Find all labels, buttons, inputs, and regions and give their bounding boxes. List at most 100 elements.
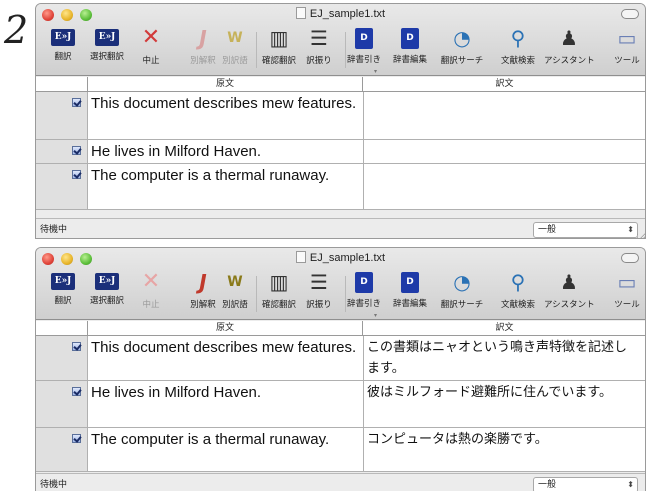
translation-grid: 1 This document describes mew features. … (36, 336, 645, 472)
target-column-header[interactable]: 訳文 (364, 321, 645, 335)
source-text-cell[interactable]: The computer is a thermal runaway. (91, 165, 359, 186)
row-checkbox[interactable] (72, 170, 81, 179)
window-title: EJ_sample1.txt (309, 8, 386, 20)
source-column-header[interactable]: 原文 (88, 321, 363, 335)
assistant-label: アシスタント (544, 56, 595, 66)
row-checkbox[interactable] (72, 146, 81, 155)
confirm-translate-icon: ▥ (269, 26, 289, 50)
toolbar-resize-grip[interactable]: ▾ (374, 69, 380, 75)
stop-button[interactable]: ✕ 中止 (126, 26, 176, 72)
alternate-word-icon: W (227, 30, 243, 46)
field-select[interactable]: 一般 ⬍ (533, 477, 638, 491)
dictionary-lookup-icon: D (355, 28, 373, 49)
source-column-header[interactable]: 原文 (88, 77, 363, 91)
select-arrows-icon: ⬍ (627, 480, 634, 489)
tools-label: ツール (614, 300, 640, 310)
tools-icon: ▭ (617, 26, 637, 50)
row-checkbox[interactable] (72, 98, 81, 107)
stop-icon: ✕ (141, 269, 161, 294)
target-text-cell[interactable]: この書類はニャオという鳴き声特徴を記述します。 (367, 337, 639, 379)
sentence-row[interactable]: 3 The computer is a thermal runaway. コンピ… (36, 428, 645, 472)
literature-search-button[interactable]: ⚲ 文献検索 (493, 270, 543, 316)
translation-search-button[interactable]: ◔ 翻訳サーチ (437, 270, 487, 316)
toolbar-resize-grip[interactable]: ▾ (374, 313, 380, 319)
sentence-row[interactable]: 1 This document describes mew features. … (36, 336, 645, 381)
tools-button[interactable]: ▭ ツール (606, 270, 645, 316)
translate-label: 翻訳 (54, 52, 72, 62)
translation-window-after: EJ_sample1.txt E»J 翻訳 E»J 選択翻訳 ✕ 中止 J 別解… (35, 247, 646, 491)
translate-icon: E»J (51, 273, 75, 290)
row-number-cell: 2 (36, 381, 88, 427)
select-arrows-icon: ⬍ (627, 225, 634, 234)
field-select[interactable]: 一般 ⬍ (533, 222, 638, 238)
source-text-cell[interactable]: This document describes mew features. (91, 337, 359, 358)
target-text-cell[interactable]: コンピュータは熱の楽勝です。 (367, 429, 639, 450)
interlinear-button[interactable]: ☰ 訳振り (294, 270, 344, 316)
row-checkbox[interactable] (72, 434, 81, 443)
target-column-header[interactable]: 訳文 (364, 77, 645, 91)
source-text-cell[interactable]: The computer is a thermal runaway. (91, 429, 359, 450)
assistant-icon: ♟ (560, 26, 578, 50)
dictionary-edit-icon: D (401, 272, 419, 293)
literature-search-button[interactable]: ⚲ 文献検索 (493, 26, 543, 72)
row-checkbox[interactable] (72, 342, 81, 351)
translate-button[interactable]: E»J 翻訳 (38, 26, 88, 72)
window-title: EJ_sample1.txt (309, 252, 386, 264)
field-select-value: 一般 (538, 225, 557, 235)
sentence-row[interactable]: 2 He lives in Milford Haven. 彼はミルフォード避難所… (36, 381, 645, 428)
column-separator (363, 140, 364, 163)
dictionary-edit-button[interactable]: D 辞書編集 (385, 26, 435, 72)
row-number-cell: 3 (36, 428, 88, 471)
row-number-cell: 1 (36, 92, 88, 139)
stop-button[interactable]: ✕ 中止 (126, 270, 176, 316)
selection-translate-icon: E»J (95, 29, 119, 46)
selection-translate-button[interactable]: E»J 選択翻訳 (82, 270, 132, 316)
translate-button[interactable]: E»J 翻訳 (38, 270, 88, 316)
source-text-cell[interactable]: This document describes mew features. (91, 93, 359, 114)
translation-search-label: 翻訳サーチ (440, 300, 484, 310)
toolbar: EJ_sample1.txt E»J 翻訳 E»J 選択翻訳 ✕ 中止 J 別解… (36, 248, 645, 320)
assistant-button[interactable]: ♟ アシスタント (544, 26, 595, 72)
dictionary-edit-button[interactable]: D 辞書編集 (385, 270, 435, 316)
number-column-header (36, 321, 88, 335)
source-text-cell[interactable]: He lives in Milford Haven. (91, 382, 359, 403)
translation-grid: 1 This document describes mew features. … (36, 92, 645, 210)
field-select-value: 一般 (538, 480, 557, 490)
column-separator (363, 428, 364, 471)
status-text: 待機中 (40, 480, 68, 490)
dictionary-lookup-label: 辞書引き (346, 55, 381, 65)
literature-search-icon: ⚲ (510, 26, 526, 50)
assistant-button[interactable]: ♟ アシスタント (544, 270, 595, 316)
translation-search-icon: ◔ (453, 270, 471, 294)
literature-search-label: 文献検索 (500, 300, 535, 310)
dictionary-edit-label: 辞書編集 (392, 299, 427, 309)
stop-icon: ✕ (141, 25, 161, 50)
target-text-cell[interactable]: 彼はミルフォード避難所に住んでいます。 (367, 382, 639, 403)
column-separator (363, 92, 364, 139)
translate-label: 翻訳 (54, 296, 72, 306)
sentence-row[interactable]: 1 This document describes mew features. (36, 92, 645, 140)
dictionary-lookup-button[interactable]: D 辞書引き (339, 26, 389, 72)
translation-search-icon: ◔ (453, 26, 471, 50)
column-separator (363, 336, 364, 380)
interlinear-label: 訳振り (306, 300, 332, 310)
window-title-bar: EJ_sample1.txt (36, 7, 645, 22)
sentence-row[interactable]: 2 He lives in Milford Haven. (36, 140, 645, 164)
translation-window-before: EJ_sample1.txt E»J 翻訳 E»J 選択翻訳 ✕ 中止 J 別解… (35, 3, 646, 239)
tools-button[interactable]: ▭ ツール (606, 26, 645, 72)
source-text-cell[interactable]: He lives in Milford Haven. (91, 141, 359, 162)
translation-search-button[interactable]: ◔ 翻訳サーチ (437, 26, 487, 72)
alternate-word-button[interactable]: W 別訳語 (210, 26, 260, 72)
alternate-word-label: 別訳語 (222, 300, 248, 310)
column-separator (363, 381, 364, 427)
toolbar: EJ_sample1.txt E»J 翻訳 E»J 選択翻訳 ✕ 中止 J 別解… (36, 4, 645, 76)
row-checkbox[interactable] (72, 387, 81, 396)
translation-search-label: 翻訳サーチ (440, 56, 484, 66)
alternate-word-button[interactable]: W 別訳語 (210, 270, 260, 316)
sentence-row[interactable]: 3 The computer is a thermal runaway. (36, 164, 645, 210)
interlinear-button[interactable]: ☰ 訳振り (294, 26, 344, 72)
assistant-icon: ♟ (560, 270, 578, 294)
resize-grip-icon[interactable] (637, 232, 645, 238)
dictionary-lookup-button[interactable]: D 辞書引き (339, 270, 389, 316)
selection-translate-button[interactable]: E»J 選択翻訳 (82, 26, 132, 72)
